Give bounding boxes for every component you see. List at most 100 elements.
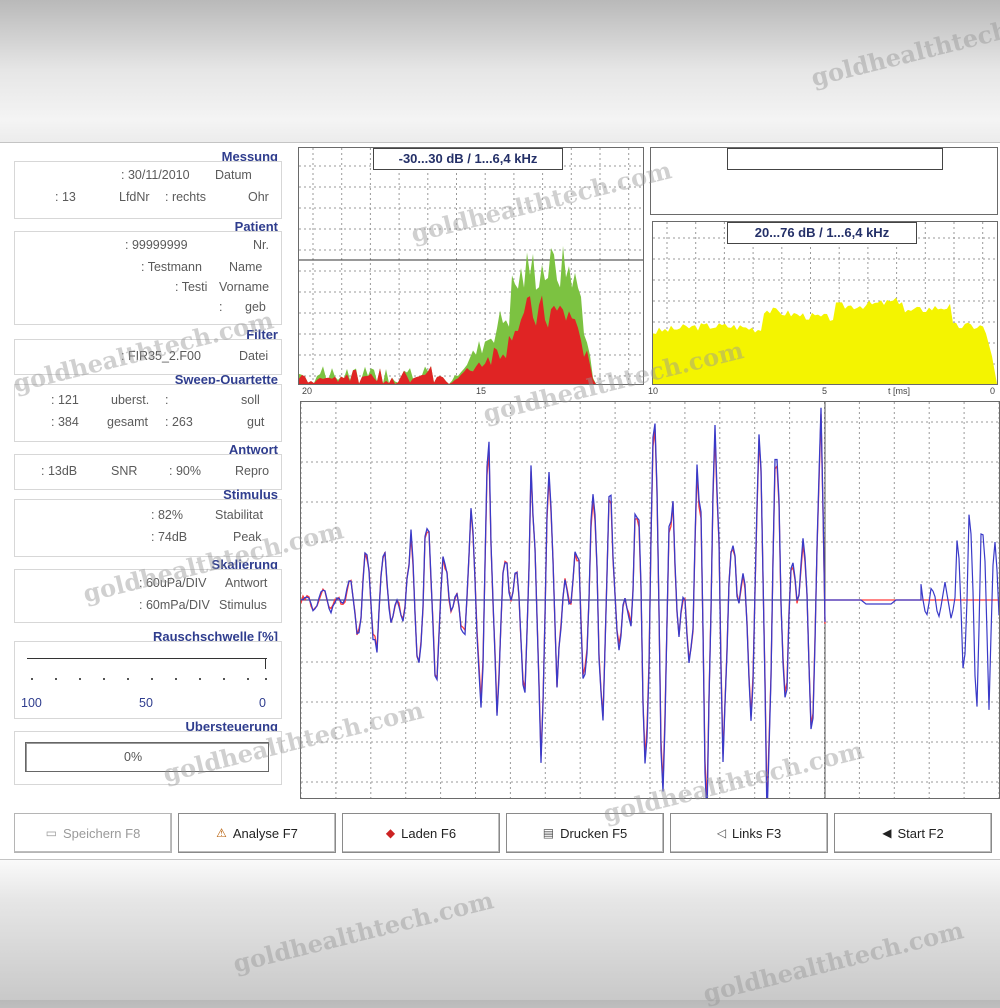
waveform-plot: [301, 402, 999, 798]
ear-icon: ◁: [716, 826, 727, 840]
analyse-label: Analyse F7: [232, 825, 298, 841]
nr-label: Nr.: [253, 238, 269, 252]
empty-title-box: [727, 148, 943, 170]
section-box: : FIR35_2.F00 Datei: [14, 339, 282, 375]
play-icon: ◀: [882, 826, 892, 840]
speichern-label: Speichern F8: [63, 825, 141, 841]
geb-label: geb: [245, 300, 266, 314]
datei-value: : FIR35_2.F00: [121, 349, 201, 363]
noise-threshold-slider[interactable]: [27, 658, 267, 659]
ohr-label: Ohr: [248, 190, 269, 204]
antwort-scale-value: : 60uPa/DIV: [139, 576, 207, 590]
name-label: Name: [229, 260, 263, 274]
laden-button[interactable]: ◆ Laden F6: [342, 813, 500, 853]
noise-spectrum-red: [299, 295, 599, 384]
antwort-scale-label: Antwort: [225, 576, 268, 590]
lfdnr-label: LfdNr: [119, 190, 150, 204]
repro-label: Repro: [235, 464, 270, 478]
snr-label: SNR: [111, 464, 138, 478]
start-button[interactable]: ◀ Start F2: [834, 813, 992, 853]
links-label: Links F3: [732, 825, 782, 841]
load-icon: ◆: [385, 826, 396, 840]
uberst-value: : 121: [51, 393, 79, 407]
section-skalierung: Skalierung : 60uPa/DIV Antwort : 60mPa/D…: [14, 557, 282, 623]
section-box: : 30/11/2010 Datum : rechts Ohr : 13 Lfd…: [14, 161, 282, 219]
watermark: goldhealthtech.com: [700, 915, 967, 1008]
repro-value: : 90%: [169, 464, 201, 478]
name-value: : Testmann: [141, 260, 202, 274]
spectrum-chart-left: -30...30 dB / 1...6,4 kHz: [298, 147, 644, 385]
spectrum-right-plot: [653, 222, 997, 384]
watermark: goldhealthtech.com: [230, 885, 497, 979]
scale-label-100: 100: [21, 696, 42, 710]
watermark: goldhealthtech.com: [808, 0, 1000, 93]
section-box: : 60uPa/DIV Antwort : 60mPa/DIV Stimulus: [14, 569, 282, 623]
time-tick-15: 15: [476, 386, 487, 396]
section-sweep: Sweep-Quartette : soll : 121 uberst. : 2…: [14, 372, 282, 442]
ohr-value: : rechts: [165, 190, 206, 204]
vorname-value: : Testi: [175, 280, 208, 294]
slider-thumb[interactable]: [251, 658, 266, 669]
datei-label: Datei: [239, 349, 269, 363]
gesamt-label: gesamt: [107, 415, 148, 429]
section-messung: Messung : 30/11/2010 Datum : rechts Ohr …: [14, 147, 282, 219]
spectrum-left-title: -30...30 dB / 1...6,4 kHz: [373, 148, 563, 170]
section-box: 0%: [14, 731, 282, 785]
section-box: : soll : 121 uberst. : 263 gut : 384 ges…: [14, 384, 282, 442]
gut-label: gut: [247, 415, 265, 429]
uberst-label: uberst.: [111, 393, 150, 407]
scale-label-50: 50: [139, 696, 153, 710]
gut-value: : 263: [165, 415, 193, 429]
speichern-button[interactable]: ▭ Speichern F8: [14, 813, 172, 853]
time-tick-5: 5: [822, 386, 828, 396]
info-panel: Messung : 30/11/2010 Datum : rechts Ohr …: [0, 143, 290, 799]
spectrum-left-plot: [299, 148, 643, 384]
analyse-button[interactable]: ⚠ Analyse F7: [178, 813, 336, 853]
section-box: 100 50 0: [14, 641, 282, 719]
section-box: : 82% Stabilitat : 74dB Peak: [14, 499, 282, 557]
stimulus-scale-value: : 60mPa/DIV: [139, 598, 210, 612]
time-tick-0: 0: [990, 386, 996, 396]
snr-value: : 13dB: [41, 464, 78, 478]
laden-label: Laden F6: [401, 825, 457, 841]
section-filter: Filter : FIR35_2.F00 Datei: [14, 327, 282, 377]
stabilitat-value: : 82%: [151, 508, 183, 522]
waveform-chart: [300, 401, 1000, 799]
response-spectrum-yellow: [653, 297, 997, 384]
datum-label: Datum: [215, 168, 252, 182]
section-antwort: Antwort : 90% Repro : 13dB SNR: [14, 442, 282, 492]
spectrum-chart-right: 20...76 dB / 1...6,4 kHz: [652, 221, 998, 385]
stabilitat-label: Stabilitat: [215, 508, 263, 522]
section-patient: Patient : 99999999 Nr. : Testmann Name :…: [14, 219, 282, 325]
nr-value: : 99999999: [125, 238, 188, 252]
section-stimulus: Stimulus : 82% Stabilitat : 74dB Peak: [14, 487, 282, 557]
time-unit: t [ms]: [888, 386, 910, 396]
gesamt-value: : 384: [51, 415, 79, 429]
time-tick-10: 10: [648, 386, 659, 396]
overload-field: 0%: [25, 742, 269, 772]
response-trace-tail: [825, 514, 999, 710]
section-box: : 99999999 Nr. : Testmann Name : Testi V…: [14, 231, 282, 325]
peak-label: Peak: [233, 530, 262, 544]
peak-value: : 74dB: [151, 530, 188, 544]
section-rauschschwelle: Rauschschwelle [%] 100 50 0: [14, 629, 282, 725]
drucken-label: Drucken F5: [560, 825, 628, 841]
oae-screen: Messung : 30/11/2010 Datum : rechts Ohr …: [0, 142, 1000, 860]
time-axis: 20 15 10 5 t [ms] 0: [298, 383, 998, 399]
save-icon: ▭: [45, 826, 57, 840]
lfdnr-value: : 13: [55, 190, 76, 204]
scale-label-0: 0: [259, 696, 266, 710]
warning-icon: ⚠: [216, 826, 227, 840]
start-label: Start F2: [897, 825, 944, 841]
empty-info-box: [650, 147, 998, 215]
spectrum-right-title: 20...76 dB / 1...6,4 kHz: [727, 222, 917, 244]
time-tick-20: 20: [302, 386, 313, 396]
geb-value: :: [219, 300, 223, 314]
printer-icon: ▤: [542, 826, 555, 840]
section-uebersteuerung: Ubersteuerung 0%: [14, 719, 282, 785]
datum-value: : 30/11/2010: [121, 168, 190, 182]
links-button[interactable]: ◁ Links F3: [670, 813, 828, 853]
vorname-label: Vorname: [219, 280, 270, 294]
soll-value: :: [165, 393, 169, 407]
drucken-button[interactable]: ▤ Drucken F5: [506, 813, 664, 853]
